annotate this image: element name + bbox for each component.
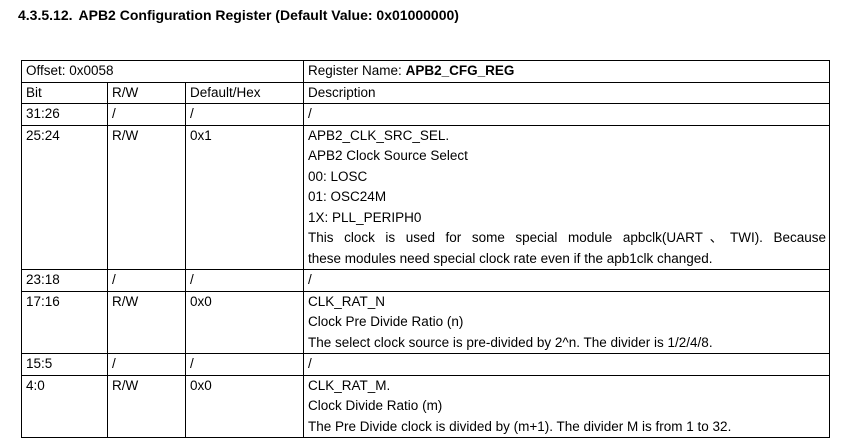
rw-cell: R/W [107, 124, 186, 270]
bit-cell: 25:24 [21, 124, 108, 270]
register-header-row: Offset: 0x0058 Register Name: APB2_CFG_R… [20, 60, 831, 83]
table-row: 4:0 R/W 0x0 CLK_RAT_M. Clock Divide Ratio (m… [21, 374, 831, 438]
column-header-default: Default/Hex [184, 81, 305, 104]
column-header-rw: R/W [107, 81, 186, 104]
description-cell: CLK_RAT_M. Clock Divide Ratio (m) The Pre … [303, 374, 831, 438]
description-cell: / [303, 353, 831, 376]
description-line: The select clock source is pre-divided b… [308, 334, 713, 350]
column-header-row: Bit R/W Default/Hex Description [21, 81, 831, 104]
table-row: 17:16 R/W 0x0 CLK_RAT_N Clock Pre Divide Rat… [21, 290, 831, 354]
rw-cell: / [107, 353, 186, 376]
description-line: / [308, 356, 312, 371]
section-heading: 4.3.5.12. APB2 Configuration Register (De… [18, 7, 459, 23]
default-cell: / [184, 269, 305, 292]
description-cell: / [303, 103, 831, 126]
rw-cell: R/W [107, 374, 186, 438]
register-name-value: APB2_CFG_REG [405, 63, 515, 78]
table-row: 15:5// / [21, 353, 831, 376]
register-name-cell: Register Name: APB2_CFG_REG [303, 60, 831, 83]
description-line: / [308, 106, 312, 121]
description-line: Clock Divide Ratio (m) [308, 398, 443, 413]
description-line: 1X: PLL_PERIPH0 [308, 209, 422, 225]
offset-cell: Offset: 0x0058 [20, 60, 305, 83]
description-line: APB2 Clock Source Select [308, 148, 468, 163]
rw-cell: R/W [107, 290, 186, 354]
table-row: 23:18// / [21, 269, 831, 292]
bit-cell: 31:26 [21, 103, 108, 126]
description-line: these modules need special clock rate ev… [308, 250, 713, 266]
description-line: The Pre Divide clock is divided by (m+1)… [308, 418, 732, 434]
default-cell: 0x1 [184, 124, 305, 270]
register-rows: 31:26///25:24 R/W 0x1 APB2_CLK_SRC_SEL. APB2… [21, 103, 831, 438]
default-cell: / [184, 103, 305, 126]
section-number: 4.3.5.12. [18, 7, 73, 23]
description-line: 00: LOSC [308, 168, 368, 184]
default-cell: 0x0 [184, 374, 305, 438]
column-header-bit: Bit [21, 81, 108, 104]
section-title: APB2 Configuration Register (Default Val… [78, 7, 459, 23]
description-line: APB2_CLK_SRC_SEL. [308, 127, 450, 143]
register-table: Offset: 0x0058 Register Name: APB2_CFG_R… [20, 60, 831, 438]
table-row: 25:24 R/W 0x1 APB2_CLK_SRC_SEL. APB2 Clock S… [21, 124, 831, 270]
description-line: CLK_RAT_M. [308, 377, 391, 393]
description-line: 01: OSC24M [308, 189, 387, 204]
bit-cell: 17:16 [21, 290, 108, 354]
default-cell: / [184, 353, 305, 376]
description-cell: APB2_CLK_SRC_SEL. APB2 Clock Source Selec… [303, 124, 831, 270]
description-cell: / [303, 269, 831, 292]
description-line: / [308, 272, 312, 287]
description-cell: CLK_RAT_N Clock Pre Divide Ratio (n) The s… [303, 290, 831, 354]
description-line: CLK_RAT_N [308, 293, 386, 309]
rw-cell: / [107, 103, 186, 126]
bit-cell: 15:5 [21, 353, 108, 376]
bit-cell: 4:0 [21, 374, 108, 438]
table-row: 31:26// / [21, 103, 831, 126]
register-name-label: Register Name: [308, 63, 406, 78]
column-header-description: Description [303, 81, 831, 104]
description-line: Clock Pre Divide Ratio (n) [308, 314, 464, 329]
default-cell: 0x0 [184, 290, 305, 354]
description-line: This clock is used for some special modu… [308, 230, 827, 245]
rw-cell: / [107, 269, 186, 292]
bit-cell: 23:18 [21, 269, 108, 292]
